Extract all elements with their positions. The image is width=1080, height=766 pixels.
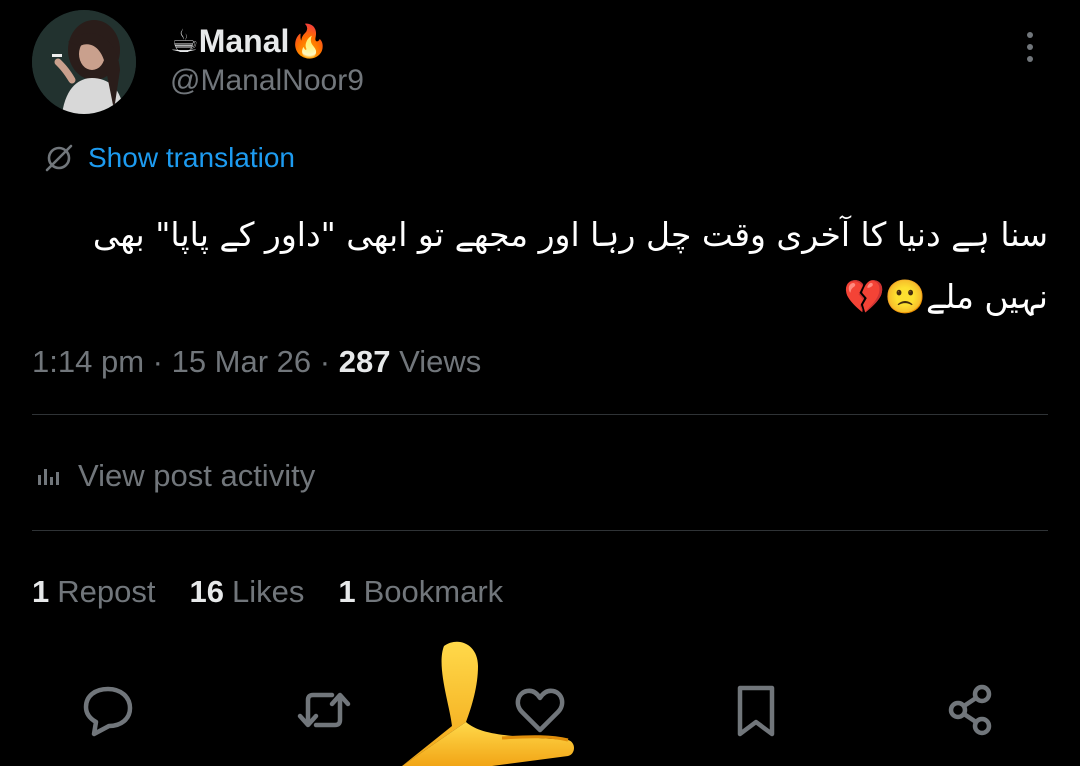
likes-stat[interactable]: 16 Likes bbox=[189, 574, 304, 610]
show-translation-link[interactable]: Show translation bbox=[44, 140, 295, 176]
reposts-count: 1 bbox=[32, 574, 50, 609]
bookmarks-label: Bookmark bbox=[363, 574, 504, 609]
likes-count: 16 bbox=[189, 574, 224, 609]
bookmarks-count: 1 bbox=[338, 574, 356, 609]
action-bar bbox=[0, 680, 1080, 740]
post-date[interactable]: 15 Mar 26 bbox=[172, 344, 312, 379]
view-post-activity-button[interactable]: View post activity bbox=[36, 454, 315, 498]
post-header: ☕Manal🔥 @ManalNoor9 bbox=[32, 10, 1048, 114]
author-handle[interactable]: @ManalNoor9 bbox=[170, 62, 364, 100]
divider bbox=[32, 530, 1048, 531]
views-label: Views bbox=[399, 344, 482, 379]
divider bbox=[32, 414, 1048, 415]
author-info[interactable]: ☕Manal🔥 @ManalNoor9 bbox=[170, 22, 364, 100]
translate-globe-icon bbox=[45, 144, 73, 172]
view-post-activity-label: View post activity bbox=[78, 458, 316, 493]
post-time[interactable]: 1:14 pm bbox=[32, 344, 144, 379]
coffee-icon: ☕ bbox=[170, 22, 199, 60]
likes-label: Likes bbox=[231, 574, 305, 609]
repost-icon[interactable] bbox=[294, 680, 354, 740]
display-name[interactable]: ☕Manal🔥 bbox=[170, 22, 364, 60]
engagement-stats: 1 Repost 16 Likes 1 Bookmark bbox=[32, 570, 537, 614]
author-name: Manal bbox=[198, 23, 290, 59]
reposts-label: Repost bbox=[57, 574, 156, 609]
post-meta: 1:14 pm · 15 Mar 26 · 287 Views bbox=[32, 340, 481, 384]
meta-separator: · bbox=[144, 344, 172, 379]
more-options-icon[interactable] bbox=[1018, 32, 1042, 72]
reposts-stat[interactable]: 1 Repost bbox=[32, 574, 155, 610]
post-text: سنا ہے دنیا کا آخری وقت چل رہا اور مجھے … bbox=[92, 215, 1048, 316]
bookmarks-stat[interactable]: 1 Bookmark bbox=[338, 574, 503, 610]
reply-icon[interactable] bbox=[78, 680, 138, 740]
avatar[interactable] bbox=[32, 10, 136, 114]
views-count: 287 bbox=[338, 344, 391, 379]
fire-icon: 🔥 bbox=[289, 22, 330, 60]
meta-separator: · bbox=[311, 344, 339, 379]
bar-chart-icon bbox=[38, 469, 59, 485]
share-icon[interactable] bbox=[942, 680, 1002, 740]
show-translation-label: Show translation bbox=[88, 142, 296, 173]
heart-icon[interactable] bbox=[510, 680, 570, 740]
bookmark-icon[interactable] bbox=[726, 680, 786, 740]
